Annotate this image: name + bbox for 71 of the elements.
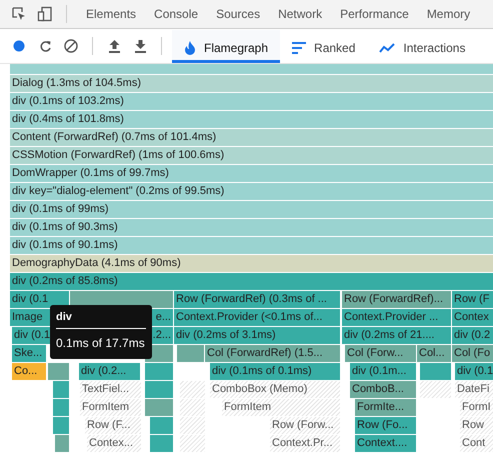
flame-bar[interactable]: div (0.1 xyxy=(455,363,493,380)
flame-bar[interactable]: div key="dialog-element" (0.2ms of 99.5ms) xyxy=(10,183,493,200)
device-icon[interactable] xyxy=(37,6,53,22)
flame-bar[interactable]: div (0.2ms of 21.... xyxy=(342,327,451,344)
unrendered-bar[interactable] xyxy=(180,435,205,452)
clear-icon[interactable] xyxy=(64,39,78,53)
flame-bar[interactable]: div (0.2ms of 85.8ms) xyxy=(10,273,493,290)
flame-bar[interactable]: div (0.4ms of 101.8ms) xyxy=(10,111,493,128)
bars-icon xyxy=(292,42,306,54)
flame-bar[interactable]: Context.Provider ... xyxy=(342,309,451,326)
flame-bar[interactable]: div (0.1m... xyxy=(350,363,416,380)
unrendered-bar[interactable] xyxy=(180,417,205,434)
unrendered-bar[interactable]: Context.Pr... xyxy=(270,435,340,452)
panel-tab[interactable]: Performance xyxy=(331,0,418,28)
flame-bar[interactable]: Col... xyxy=(417,345,451,362)
flame-bar[interactable]: div (0.1ms of 99ms) xyxy=(10,201,493,218)
flame-bar[interactable]: Context.... xyxy=(355,435,416,452)
flame-bar[interactable]: ComboB... xyxy=(350,381,416,398)
record-icon[interactable] xyxy=(13,40,25,52)
flame-bar[interactable]: Row (Fo... xyxy=(355,417,416,434)
unrendered-bar[interactable] xyxy=(420,381,451,398)
unrendered-bar[interactable]: Contex... xyxy=(87,435,141,452)
unrendered-bar[interactable]: Row xyxy=(460,417,493,434)
unrendered-bar[interactable]: Row (F... xyxy=(85,417,141,434)
panel-tab[interactable]: Console xyxy=(145,0,208,28)
flame-bar[interactable]: div (0.1ms of 0.1ms) xyxy=(210,363,340,380)
unrendered-bar[interactable]: Row (Forw... xyxy=(270,417,340,434)
unrendered-bar[interactable]: FormItem xyxy=(80,399,141,416)
unrendered-bar[interactable]: FormItem xyxy=(222,399,340,416)
flame-bar[interactable]: Context.Provider (<0.1ms of... xyxy=(174,309,340,326)
flame-bar[interactable]: div (0.2... xyxy=(79,363,140,380)
inspect-icon[interactable] xyxy=(11,6,27,22)
flame-bar[interactable]: Co... xyxy=(12,363,46,380)
flame-bar[interactable]: DemographyData (4.1ms of 90ms) xyxy=(10,255,493,272)
flame-bar[interactable]: div (0.1 xyxy=(10,291,69,308)
flame-bar[interactable]: Row (ForwardRef) (0.3ms of ... xyxy=(174,291,340,308)
flame-icon xyxy=(184,40,196,54)
flame-bar[interactable]: Col (ForwardRef) (1.5... xyxy=(205,345,340,362)
panel-tab[interactable]: Sources xyxy=(207,0,270,28)
flame-bar[interactable]: Row (F xyxy=(452,291,493,308)
flame-bar[interactable]: Contex xyxy=(452,309,493,326)
download-icon[interactable] xyxy=(134,39,146,53)
unrendered-bar[interactable] xyxy=(180,381,205,398)
flame-bar[interactable]: div (0.1ms of 103.2ms) xyxy=(10,93,493,110)
reload-icon[interactable] xyxy=(38,40,52,52)
panel-tab[interactable]: Elements xyxy=(77,0,146,28)
unrendered-bar[interactable]: TextFiel... xyxy=(80,381,141,398)
flame-bar[interactable]: Ske... xyxy=(12,345,46,362)
flame-bar[interactable]: div (0.2ms of 3.1ms) xyxy=(174,327,340,344)
upload-icon[interactable] xyxy=(108,39,120,53)
flame-bar[interactable]: DomWrapper (0.1ms of 99.7ms) xyxy=(10,165,493,182)
flame-bar[interactable]: Col (Forw... xyxy=(345,345,416,362)
flame-bar[interactable]: Row (ForwardRef)... xyxy=(342,291,451,308)
view-tab[interactable]: Flamegraph xyxy=(172,30,280,62)
flame-bar[interactable]: div (0.1ms of 90.1ms) xyxy=(10,237,493,254)
trend-icon xyxy=(379,42,396,52)
unrendered-bar[interactable]: DateFi xyxy=(455,381,493,398)
tooltip-title: div xyxy=(56,310,146,329)
flame-bar[interactable]: div (0.1ms of 90.3ms) xyxy=(10,219,493,236)
flame-bar[interactable]: Col (Fo xyxy=(452,345,493,362)
unrendered-bar[interactable]: ComboBox (Memo) xyxy=(210,381,340,398)
unrendered-bar[interactable] xyxy=(180,399,205,416)
flame-bar[interactable]: div (0.2 xyxy=(452,327,493,344)
panel-tab[interactable]: Memory xyxy=(418,0,480,28)
unrendered-bar[interactable]: Cont xyxy=(460,435,493,452)
flame-bar[interactable]: FormIte... xyxy=(355,399,416,416)
flame-bar[interactable]: CSSMotion (ForwardRef) (1ms of 100.6ms) xyxy=(10,147,493,164)
unrendered-bar[interactable]: FormI xyxy=(460,399,493,416)
flame-bar[interactable]: Dialog (1.3ms of 104.5ms) xyxy=(10,75,493,92)
flame-bar[interactable]: Content (ForwardRef) (0.7ms of 101.4ms) xyxy=(10,129,493,146)
panel-tab[interactable]: Network xyxy=(269,0,332,28)
